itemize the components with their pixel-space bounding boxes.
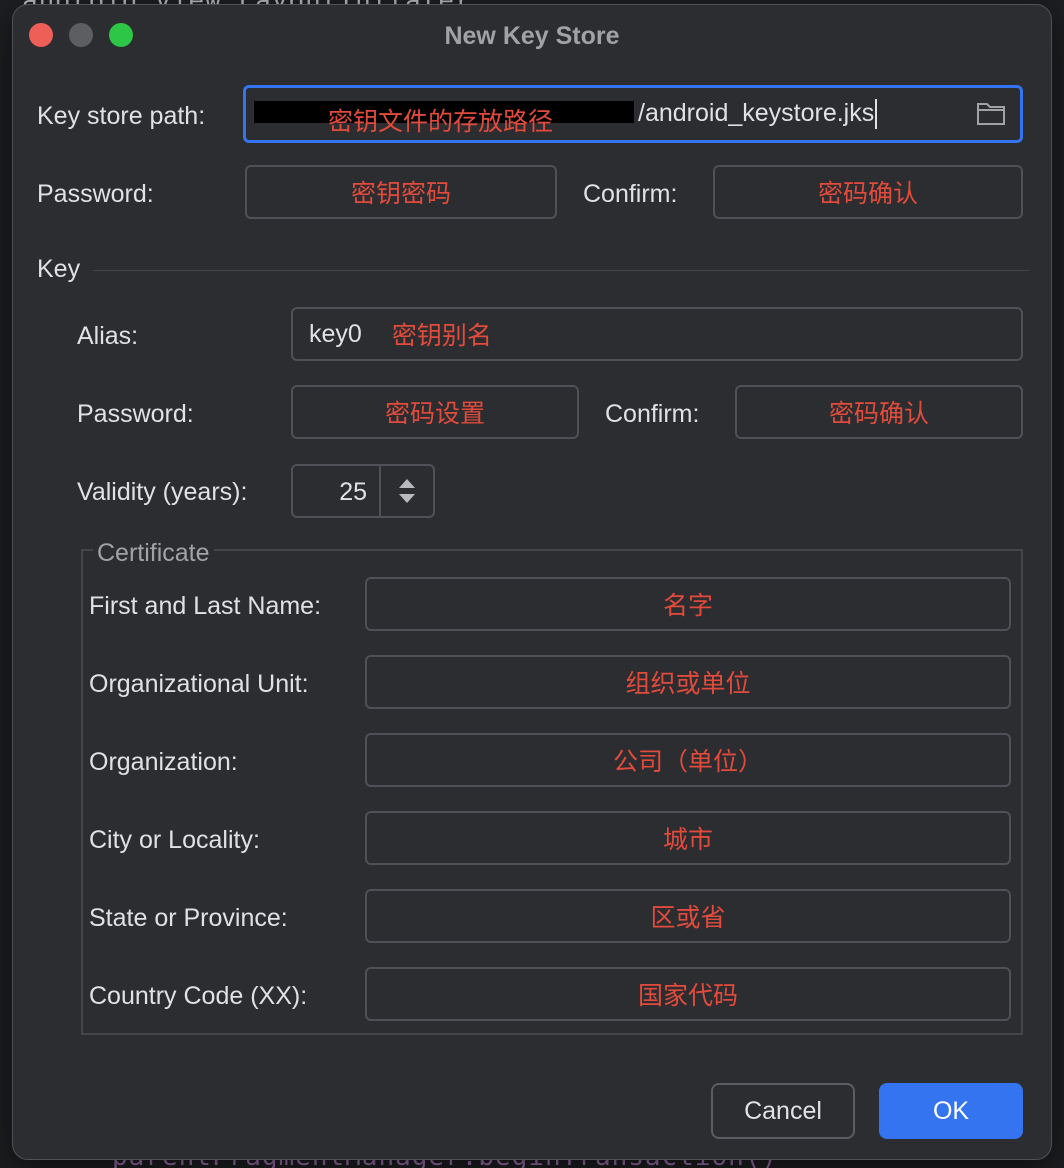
city-field[interactable]: 城市 xyxy=(365,811,1011,865)
section-divider xyxy=(93,270,1029,271)
organization-field[interactable]: 公司（单位） xyxy=(365,733,1011,787)
text-caret xyxy=(875,99,878,130)
key-section-label: Key xyxy=(37,255,81,283)
ok-button[interactable]: OK xyxy=(879,1083,1023,1139)
key-confirm-field[interactable]: 密码确认 xyxy=(735,385,1023,439)
validity-value: 25 xyxy=(339,478,367,506)
first-last-name-field[interactable]: 名字 xyxy=(365,577,1011,631)
country-code-label: Country Code (XX): xyxy=(89,982,308,1010)
keystore-path-label: Key store path: xyxy=(37,102,206,130)
city-label: City or Locality: xyxy=(89,826,260,854)
country-code-field[interactable]: 国家代码 xyxy=(365,967,1011,1021)
folder-icon[interactable] xyxy=(976,100,1006,126)
keystore-confirm-field[interactable]: 密码确认 xyxy=(713,165,1023,219)
keystore-path-input[interactable]: /android_keystore.jks 密钥文件的存放路径 xyxy=(243,85,1023,143)
org-unit-field[interactable]: 组织或单位 xyxy=(365,655,1011,709)
keystore-confirm-label: Confirm: xyxy=(583,180,678,208)
validity-spinner[interactable]: 25 xyxy=(291,464,435,518)
key-password-field[interactable]: 密码设置 xyxy=(291,385,579,439)
first-last-name-label: First and Last Name: xyxy=(89,592,322,620)
keystore-password-field[interactable]: 密钥密码 xyxy=(245,165,557,219)
key-password-label: Password: xyxy=(77,400,194,428)
new-key-store-dialog: New Key Store Key store path: /android_k… xyxy=(12,4,1052,1160)
cancel-button[interactable]: Cancel xyxy=(711,1083,855,1139)
organization-label: Organization: xyxy=(89,748,238,776)
alias-annotation: 密钥别名 xyxy=(391,322,492,350)
key-confirm-label: Confirm: xyxy=(605,400,700,428)
keystore-path-annotation: 密钥文件的存放路径 xyxy=(328,108,554,136)
state-label: State or Province: xyxy=(89,904,288,932)
state-field[interactable]: 区或省 xyxy=(365,889,1011,943)
up-down-arrows-icon[interactable] xyxy=(395,476,419,506)
alias-label: Alias: xyxy=(77,322,139,350)
validity-label: Validity (years): xyxy=(77,478,248,506)
alias-value: key0 xyxy=(309,319,362,348)
alias-input[interactable]: key0 密钥别名 xyxy=(291,307,1023,361)
title-bar: New Key Store xyxy=(13,5,1051,65)
org-unit-label: Organizational Unit: xyxy=(89,670,309,698)
dialog-title: New Key Store xyxy=(444,22,620,50)
spinner-divider xyxy=(379,466,381,516)
certificate-title: Certificate xyxy=(93,539,214,568)
keystore-password-label: Password: xyxy=(37,180,154,208)
